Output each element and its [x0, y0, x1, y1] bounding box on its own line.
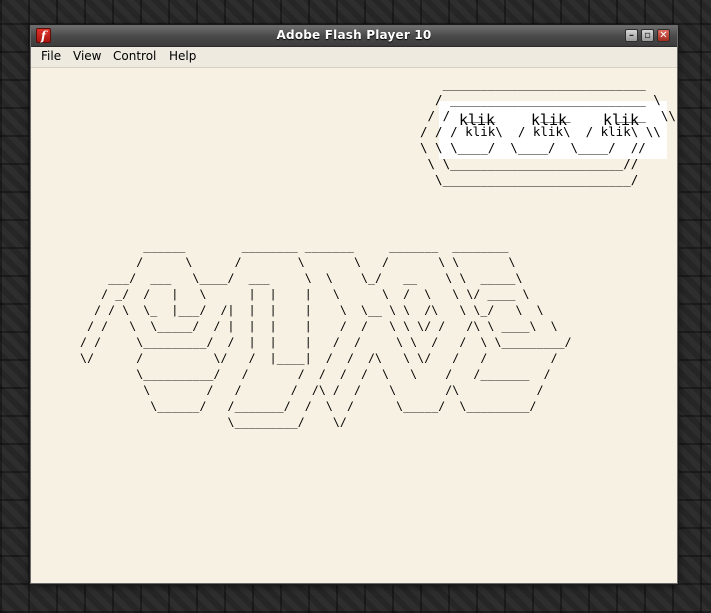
close-button[interactable]: ✕ [657, 29, 670, 42]
menu-file[interactable]: File [39, 49, 63, 63]
menu-control[interactable]: Control [111, 49, 158, 63]
button-panel-frame: ___________________________ / __________… [420, 76, 676, 187]
menu-view[interactable]: View [71, 49, 103, 63]
title-bar[interactable]: f Adobe Flash Player 10 – ▫ ✕ [31, 26, 677, 47]
flash-player-window: f Adobe Flash Player 10 – ▫ ✕ File View … [30, 25, 678, 584]
klik-button-2[interactable]: klik [521, 110, 577, 130]
klik-button-1[interactable]: klik [449, 110, 505, 130]
klik-button-3[interactable]: klik [593, 110, 649, 130]
ascii-logo: ______ ________ _______ _______ ________… [80, 239, 572, 429]
menu-help[interactable]: Help [167, 49, 198, 63]
flash-stage[interactable]: ___________________________ / __________… [31, 68, 677, 583]
menu-bar: File View Control Help [31, 47, 677, 68]
maximize-button[interactable]: ▫ [641, 29, 654, 42]
window-title: Adobe Flash Player 10 [276, 28, 432, 42]
minimize-button[interactable]: – [625, 29, 638, 42]
